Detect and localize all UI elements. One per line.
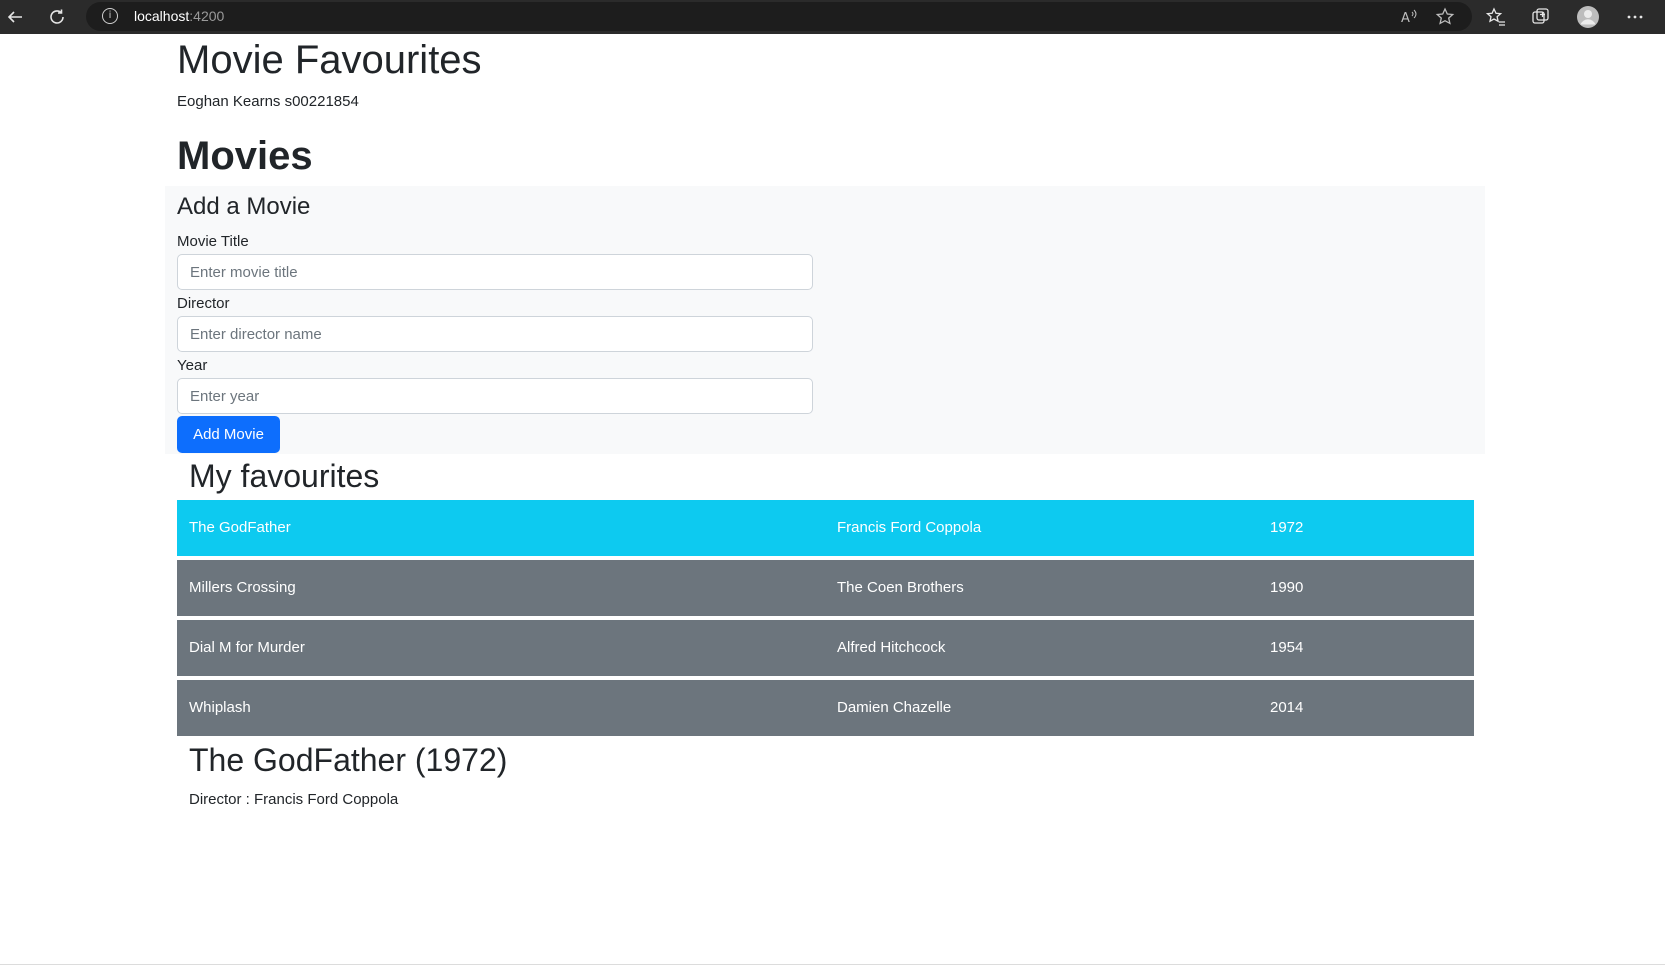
movie-detail-director: Director : Francis Ford Coppola — [189, 791, 399, 808]
svg-text:A: A — [1401, 11, 1410, 26]
movie-year: 1954 — [1270, 639, 1304, 656]
add-movie-heading: Add a Movie — [177, 193, 311, 220]
student-info: Eoghan Kearns s00221854 — [177, 93, 359, 110]
add-movie-button[interactable]: Add Movie — [177, 416, 280, 453]
read-aloud-icon[interactable]: A — [1398, 6, 1420, 28]
browser-toolbar: i localhost:4200 A — [0, 0, 1665, 34]
address-bar[interactable]: i localhost:4200 A — [86, 2, 1472, 31]
movie-title: Millers Crossing — [189, 579, 296, 596]
url-text: localhost:4200 — [134, 8, 224, 24]
movie-title-label: Movie Title — [177, 233, 249, 250]
site-info-icon[interactable]: i — [102, 8, 118, 24]
movie-title: The GodFather — [189, 519, 291, 536]
favourites-list: The GodFather Francis Ford Coppola 1972 … — [177, 500, 1474, 740]
director-label: Director — [177, 295, 230, 312]
movie-director: The Coen Brothers — [837, 579, 964, 596]
movie-year: 2014 — [1270, 699, 1304, 716]
add-movie-panel: Add a Movie Movie Title Director Year Ad… — [165, 186, 1485, 454]
more-menu-icon[interactable] — [1622, 4, 1648, 30]
year-input[interactable] — [177, 378, 813, 414]
movie-row-selected[interactable]: The GodFather Francis Ford Coppola 1972 — [177, 500, 1474, 556]
back-arrow-icon[interactable] — [2, 4, 28, 30]
movie-year: 1972 — [1270, 519, 1304, 536]
movie-title: Dial M for Murder — [189, 639, 305, 656]
movie-row[interactable]: Dial M for Murder Alfred Hitchcock 1954 — [177, 620, 1474, 676]
movie-year: 1990 — [1270, 579, 1304, 596]
movie-director: Alfred Hitchcock — [837, 639, 946, 656]
movies-heading: Movies — [177, 134, 313, 178]
profile-avatar-icon[interactable] — [1575, 4, 1601, 30]
director-input[interactable] — [177, 316, 813, 352]
url-host: localhost — [134, 8, 190, 24]
page-bottom-divider — [0, 964, 1665, 965]
add-favorite-star-icon[interactable] — [1434, 6, 1456, 28]
favorites-icon[interactable] — [1483, 4, 1509, 30]
movie-director: Damien Chazelle — [837, 699, 952, 716]
movie-title: Whiplash — [189, 699, 251, 716]
movie-title-input[interactable] — [177, 254, 813, 290]
movie-detail-title: The GodFather (1972) — [189, 742, 508, 778]
movie-row[interactable]: Millers Crossing The Coen Brothers 1990 — [177, 560, 1474, 616]
url-port: :4200 — [189, 8, 225, 24]
movie-row[interactable]: Whiplash Damien Chazelle 2014 — [177, 680, 1474, 736]
movie-director: Francis Ford Coppola — [837, 519, 982, 536]
favourites-heading: My favourites — [189, 458, 380, 494]
collections-icon[interactable] — [1528, 4, 1554, 30]
app-title: Movie Favourites — [177, 38, 482, 82]
refresh-icon[interactable] — [44, 4, 70, 30]
year-label: Year — [177, 357, 208, 374]
